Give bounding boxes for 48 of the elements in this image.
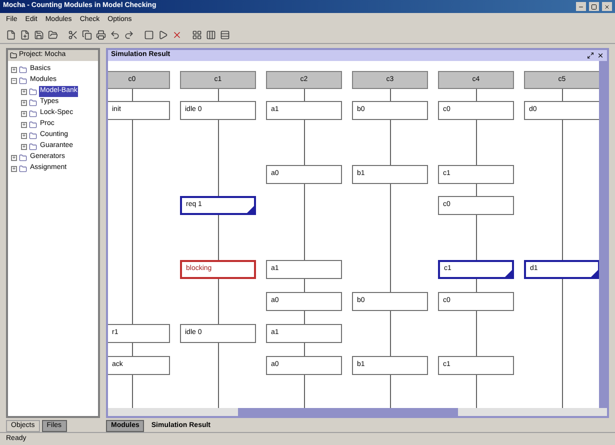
undo-icon[interactable] xyxy=(110,30,120,40)
folder-icon xyxy=(29,142,37,150)
folder-icon xyxy=(29,120,37,128)
folder-icon xyxy=(29,88,37,96)
square-icon[interactable] xyxy=(144,30,154,40)
folder-icon xyxy=(19,154,27,162)
folder-icon xyxy=(29,132,37,140)
new-file-icon[interactable] xyxy=(6,30,16,40)
maximize-button[interactable] xyxy=(589,2,599,11)
save-icon[interactable] xyxy=(34,30,44,40)
horizontal-scrollbar[interactable] xyxy=(108,408,607,416)
folder-icon xyxy=(29,98,37,106)
grid-icon[interactable] xyxy=(192,30,202,40)
close-button[interactable] xyxy=(602,2,612,11)
restore-icon[interactable] xyxy=(587,52,594,59)
expand-icon[interactable] xyxy=(21,88,27,94)
maximize-icon xyxy=(591,4,597,10)
corner-mark-icon xyxy=(247,206,254,213)
folder-icon xyxy=(19,66,27,74)
copy-icon[interactable] xyxy=(82,30,92,40)
rows-icon[interactable] xyxy=(220,30,230,40)
cut-icon[interactable] xyxy=(68,30,78,40)
folder-icon xyxy=(19,164,27,172)
close-icon xyxy=(604,4,610,10)
print-icon[interactable] xyxy=(96,30,106,40)
redo-icon[interactable] xyxy=(124,30,134,40)
scrollbar-thumb[interactable] xyxy=(238,408,458,416)
play-icon[interactable] xyxy=(158,30,168,40)
folder-icon xyxy=(19,76,27,84)
expand-icon[interactable] xyxy=(21,132,27,138)
expand-icon[interactable] xyxy=(11,166,17,172)
expand-icon[interactable] xyxy=(11,154,17,160)
expand-icon[interactable] xyxy=(21,110,27,116)
expand-icon[interactable] xyxy=(21,122,27,128)
vertical-scrollbar[interactable] xyxy=(599,61,607,408)
open-folder-icon[interactable] xyxy=(48,30,58,40)
columns-icon[interactable] xyxy=(206,30,216,40)
expand-icon[interactable] xyxy=(21,100,27,106)
folder-icon xyxy=(29,110,37,118)
add-file-icon[interactable] xyxy=(20,30,30,40)
folder-icon xyxy=(10,52,17,59)
corner-mark-icon xyxy=(505,270,512,277)
collapse-icon[interactable] xyxy=(11,78,17,84)
expand-icon[interactable] xyxy=(11,66,17,72)
expand-icon[interactable] xyxy=(21,144,27,150)
minimize-button[interactable] xyxy=(576,2,586,11)
close-icon[interactable] xyxy=(597,52,604,59)
minimize-icon xyxy=(578,4,584,10)
